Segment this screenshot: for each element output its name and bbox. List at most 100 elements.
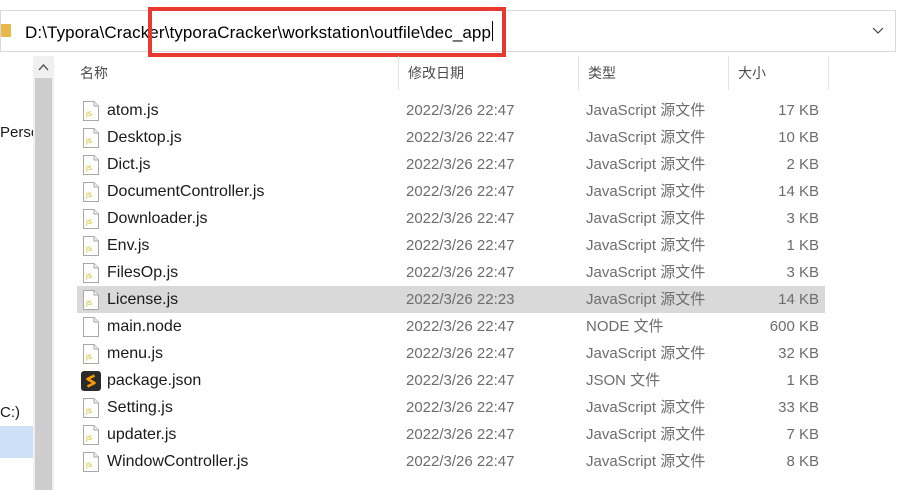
file-name: updater.js — [107, 426, 177, 443]
file-size: 600 KB — [769, 318, 819, 335]
js-file-icon: JS — [83, 101, 99, 121]
column-header-date[interactable]: 修改日期 — [398, 56, 578, 90]
svg-text:JS: JS — [85, 353, 92, 361]
svg-text:JS: JS — [85, 218, 92, 226]
file-type: JavaScript 源文件 — [586, 453, 706, 470]
svg-text:JS: JS — [85, 434, 92, 442]
file-size: 3 KB — [786, 210, 819, 227]
file-date: 2022/3/26 22:47 — [406, 156, 515, 173]
file-type: JSON 文件 — [586, 372, 661, 389]
js-file-icon: JS — [83, 344, 99, 364]
file-row[interactable]: JS atom.js 2022/3/26 22:47 JavaScript 源文件 17… — [77, 97, 825, 124]
file-type: JavaScript 源文件 — [586, 237, 706, 254]
nav-item-drive-c[interactable]: C:) — [0, 404, 20, 421]
file-type: JavaScript 源文件 — [586, 156, 706, 173]
file-type: JavaScript 源文件 — [586, 345, 706, 362]
chevron-down-icon[interactable] — [871, 23, 885, 37]
file-name: WindowController.js — [107, 453, 249, 470]
file-date: 2022/3/26 22:47 — [406, 237, 515, 254]
js-file-icon: JS — [83, 290, 99, 310]
file-date: 2022/3/26 22:47 — [406, 372, 515, 389]
js-file-icon: JS — [83, 236, 99, 256]
file-row[interactable]: package.json 2022/3/26 22:47 JSON 文件 1 KB — [77, 367, 825, 394]
address-bar[interactable]: D:\Typora\Cracker\typoraCracker\workstat… — [0, 7, 896, 57]
file-date: 2022/3/26 22:47 — [406, 426, 515, 443]
file-row[interactable]: JS Desktop.js 2022/3/26 22:47 JavaScript 源文… — [77, 124, 825, 151]
js-file-icon: JS — [83, 182, 99, 202]
file-size: 1 KB — [786, 237, 819, 254]
scrollbar-thumb[interactable] — [35, 78, 52, 490]
file-date: 2022/3/26 22:47 — [406, 399, 515, 416]
file-row[interactable]: JS Downloader.js 2022/3/26 22:47 JavaScript… — [77, 205, 825, 232]
file-date: 2022/3/26 22:47 — [406, 318, 515, 335]
file-size: 1 KB — [786, 372, 819, 389]
svg-text:JS: JS — [85, 461, 92, 469]
file-name: FilesOp.js — [107, 264, 179, 281]
svg-text:JS: JS — [85, 245, 92, 253]
js-file-icon: JS — [83, 155, 99, 175]
svg-text:JS: JS — [85, 191, 92, 199]
file-size: 32 KB — [778, 345, 819, 362]
svg-text:JS: JS — [85, 407, 92, 415]
file-size: 3 KB — [786, 264, 819, 281]
file-name: Downloader.js — [107, 210, 208, 227]
file-name: DocumentController.js — [107, 183, 265, 200]
file-row[interactable]: JS FilesOp.js 2022/3/26 22:47 JavaScript 源文… — [77, 259, 825, 286]
file-type: NODE 文件 — [586, 318, 664, 335]
file-row[interactable]: JS Env.js 2022/3/26 22:47 JavaScript 源文件 1 K… — [77, 232, 825, 259]
file-size: 8 KB — [786, 453, 819, 470]
file-row[interactable]: JS WindowController.js 2022/3/26 22:47 Java… — [77, 448, 825, 475]
nav-item-selected[interactable] — [0, 426, 33, 458]
file-row[interactable]: JS License.js 2022/3/26 22:23 JavaScript 源文… — [77, 286, 825, 313]
column-headers: 名称 修改日期 类型 大小 — [70, 56, 830, 90]
sublime-file-icon — [81, 371, 101, 391]
svg-text:JS: JS — [85, 137, 92, 145]
file-row[interactable]: JS Setting.js 2022/3/26 22:47 JavaScript 源文… — [77, 394, 825, 421]
column-header-name[interactable]: 名称 — [70, 56, 398, 90]
file-row[interactable]: main.node 2022/3/26 22:47 NODE 文件 600 KB — [77, 313, 825, 340]
column-divider[interactable] — [828, 56, 829, 90]
file-size: 33 KB — [778, 399, 819, 416]
scroll-up-arrow-icon[interactable] — [37, 62, 50, 72]
folder-icon — [1, 24, 11, 37]
file-size: 14 KB — [778, 183, 819, 200]
column-header-type[interactable]: 类型 — [578, 56, 728, 90]
file-name: Desktop.js — [107, 129, 182, 146]
svg-text:JS: JS — [85, 164, 92, 172]
file-row[interactable]: JS menu.js 2022/3/26 22:47 JavaScript 源文件 32… — [77, 340, 825, 367]
file-row[interactable]: JS DocumentController.js 2022/3/26 22:47 Ja… — [77, 178, 825, 205]
nav-scrollbar[interactable] — [33, 56, 54, 490]
svg-text:JS: JS — [85, 110, 92, 118]
file-type: JavaScript 源文件 — [586, 291, 706, 308]
file-date: 2022/3/26 22:47 — [406, 345, 515, 362]
file-size: 2 KB — [786, 156, 819, 173]
js-file-icon: JS — [83, 209, 99, 229]
navigation-pane: Perso C:) — [0, 56, 54, 490]
file-name: Dict.js — [107, 156, 151, 173]
svg-text:JS: JS — [85, 272, 92, 280]
file-type: JavaScript 源文件 — [586, 399, 706, 416]
file-type: JavaScript 源文件 — [586, 264, 706, 281]
column-header-size[interactable]: 大小 — [728, 56, 828, 90]
file-type: JavaScript 源文件 — [586, 102, 706, 119]
file-date: 2022/3/26 22:47 — [406, 102, 515, 119]
file-icon — [83, 317, 99, 337]
file-name: menu.js — [107, 345, 164, 362]
file-size: 17 KB — [778, 102, 819, 119]
highlight-box — [148, 7, 506, 57]
file-name: License.js — [107, 291, 179, 308]
file-size: 14 KB — [778, 291, 819, 308]
file-date: 2022/3/26 22:47 — [406, 183, 515, 200]
file-type: JavaScript 源文件 — [586, 210, 706, 227]
file-date: 2022/3/26 22:23 — [406, 291, 515, 308]
file-date: 2022/3/26 22:47 — [406, 264, 515, 281]
file-row[interactable]: JS updater.js 2022/3/26 22:47 JavaScript 源文… — [77, 421, 825, 448]
file-name: package.json — [107, 372, 202, 389]
js-file-icon: JS — [83, 263, 99, 283]
file-size: 7 KB — [786, 426, 819, 443]
file-date: 2022/3/26 22:47 — [406, 129, 515, 146]
file-row[interactable]: JS Dict.js 2022/3/26 22:47 JavaScript 源文件 2 … — [77, 151, 825, 178]
file-type: JavaScript 源文件 — [586, 129, 706, 146]
js-file-icon: JS — [83, 128, 99, 148]
file-name: atom.js — [107, 102, 159, 119]
